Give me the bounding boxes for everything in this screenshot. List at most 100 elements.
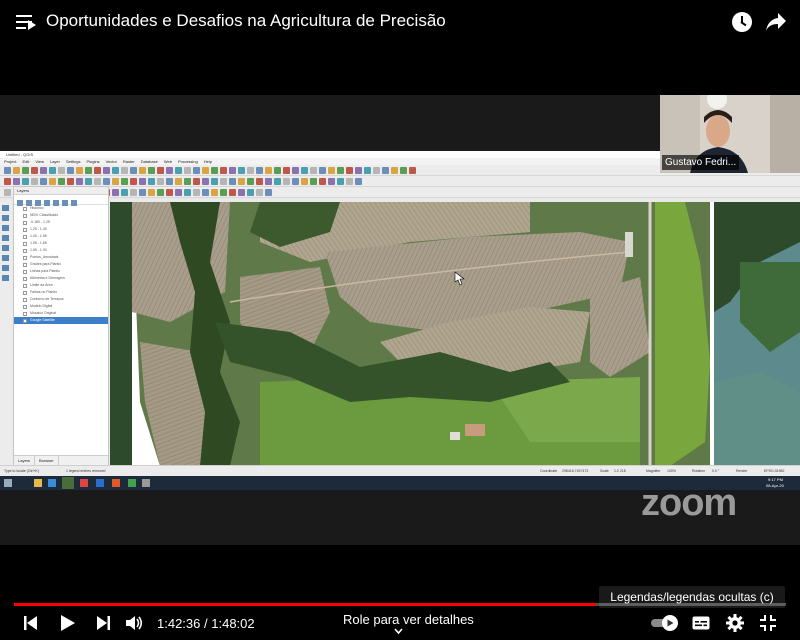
toolbar-icon[interactable] <box>166 178 173 185</box>
toolbar-icon[interactable] <box>184 189 191 196</box>
toolbar-icon[interactable] <box>76 178 83 185</box>
watch-later-icon[interactable] <box>732 12 752 32</box>
toolbar-icon[interactable] <box>49 167 56 174</box>
toolbar-icon[interactable] <box>229 189 236 196</box>
toolbar-icon[interactable] <box>157 167 164 174</box>
toolbar-icon[interactable] <box>202 178 209 185</box>
toolbar-icon[interactable] <box>13 178 20 185</box>
toolbar-icon[interactable] <box>130 167 137 174</box>
qgis-toolbar-2[interactable] <box>0 176 800 187</box>
qgis-menu-item[interactable]: Raster <box>123 158 135 165</box>
toolbar-icon[interactable] <box>229 178 236 185</box>
toolbar-icon[interactable] <box>193 167 200 174</box>
toolbar-icon[interactable] <box>58 178 65 185</box>
toolbar-icon[interactable] <box>94 167 101 174</box>
toolbar-icon[interactable] <box>184 178 191 185</box>
toolbar-icon[interactable] <box>211 178 218 185</box>
toolbar-icon[interactable] <box>274 167 281 174</box>
layer-item[interactable]: 1.40 - 1.55 <box>14 233 108 240</box>
volume-icon[interactable] <box>126 615 143 631</box>
toolbar-icon[interactable] <box>112 167 119 174</box>
toolbar-icon[interactable] <box>238 178 245 185</box>
layer-visibility-checkbox[interactable] <box>23 298 27 302</box>
toolbar-icon[interactable] <box>166 167 173 174</box>
layer-visibility-checkbox[interactable] <box>23 256 27 260</box>
toolbar-icon[interactable] <box>22 167 29 174</box>
layer-item[interactable]: Falhas no Plantio <box>14 289 108 296</box>
toolbar-icon[interactable] <box>202 167 209 174</box>
toolbar-icon[interactable] <box>409 167 416 174</box>
toolbar-icon[interactable] <box>328 167 335 174</box>
toolbar-icon[interactable] <box>103 178 110 185</box>
layer-item[interactable]: 1.65 - 1.90 <box>14 247 108 254</box>
toolbar-icon[interactable] <box>112 189 119 196</box>
toolbar-icon[interactable] <box>265 189 272 196</box>
toolbar-icon[interactable] <box>229 167 236 174</box>
toolbar-icon[interactable] <box>85 178 92 185</box>
render-checkbox[interactable]: Render <box>736 469 747 473</box>
qgis-menu-item[interactable]: View <box>35 158 44 165</box>
toolbar-icon[interactable] <box>265 167 272 174</box>
qgis-menu-item[interactable]: Plugins <box>86 158 99 165</box>
toolbar-icon[interactable] <box>310 167 317 174</box>
locator-input[interactable]: Type to locate (Ctrl+K) <box>4 469 39 473</box>
toolbar-icon[interactable] <box>4 178 11 185</box>
toolbar-icon[interactable] <box>139 178 146 185</box>
scale-value[interactable]: 1:2 218 <box>614 469 626 473</box>
qgis-menu-item[interactable]: Help <box>204 158 212 165</box>
toolbar-icon[interactable] <box>31 178 38 185</box>
toolbar-icon[interactable] <box>4 189 11 196</box>
toolbar-icon[interactable] <box>175 189 182 196</box>
toolbar-icon[interactable] <box>310 178 317 185</box>
toolbar-icon[interactable] <box>346 167 353 174</box>
toolbar-icon[interactable] <box>238 167 245 174</box>
toolbar-icon[interactable] <box>391 167 398 174</box>
toolbar-icon[interactable] <box>139 167 146 174</box>
tab-layers[interactable]: Layers <box>14 456 36 465</box>
toolbar-icon[interactable] <box>58 167 65 174</box>
magnifier-value[interactable]: 100% <box>667 469 676 473</box>
toolbar-icon[interactable] <box>184 167 191 174</box>
toolbar-icon[interactable] <box>301 178 308 185</box>
qgis-menu-item[interactable]: Processing <box>178 158 198 165</box>
layer-visibility-checkbox[interactable] <box>23 312 27 316</box>
layer-item[interactable]: Mosaico Original <box>14 310 108 317</box>
toolbar-icon[interactable] <box>175 167 182 174</box>
share-icon[interactable] <box>765 12 787 32</box>
qgis-menu-item[interactable]: Vector <box>106 158 117 165</box>
toolbar-icon[interactable] <box>400 167 407 174</box>
layer-visibility-checkbox[interactable] <box>23 242 27 246</box>
toolbar-icon[interactable] <box>355 167 362 174</box>
toolbar-icon[interactable] <box>157 178 164 185</box>
qgis-toolbar-3[interactable] <box>0 187 800 198</box>
layer-item[interactable]: Google Satellite <box>14 317 108 324</box>
toolbar-icon[interactable] <box>256 167 263 174</box>
qgis-menu-item[interactable]: Settings <box>66 158 80 165</box>
toolbar-icon[interactable] <box>166 189 173 196</box>
layer-item[interactable]: Grades para Plantio <box>14 261 108 268</box>
toolbar-icon[interactable] <box>112 178 119 185</box>
qgis-menu-item[interactable]: Edit <box>22 158 29 165</box>
settings-icon[interactable] <box>726 614 744 632</box>
toolbar-icon[interactable] <box>22 178 29 185</box>
map-canvas[interactable] <box>110 202 800 466</box>
toolbar-icon[interactable] <box>175 178 182 185</box>
layer-visibility-checkbox[interactable] <box>23 214 27 218</box>
layer-item[interactable]: Limite da Área <box>14 282 108 289</box>
captions-icon[interactable] <box>692 616 710 630</box>
autoplay-toggle[interactable] <box>651 614 681 632</box>
toolbar-icon[interactable] <box>130 189 137 196</box>
toolbar-icon[interactable] <box>220 167 227 174</box>
layer-visibility-checkbox[interactable] <box>23 291 27 295</box>
toolbar-icon[interactable] <box>364 167 371 174</box>
toolbar-icon[interactable] <box>202 189 209 196</box>
toolbar-icon[interactable] <box>220 189 227 196</box>
toolbar-icon[interactable] <box>292 167 299 174</box>
toolbar-icon[interactable] <box>319 167 326 174</box>
chevron-down-icon[interactable] <box>394 627 403 636</box>
toolbar-icon[interactable] <box>211 189 218 196</box>
toolbar-icon[interactable] <box>247 167 254 174</box>
toolbar-icon[interactable] <box>121 167 128 174</box>
toolbar-icon[interactable] <box>292 178 299 185</box>
toolbar-icon[interactable] <box>319 178 326 185</box>
